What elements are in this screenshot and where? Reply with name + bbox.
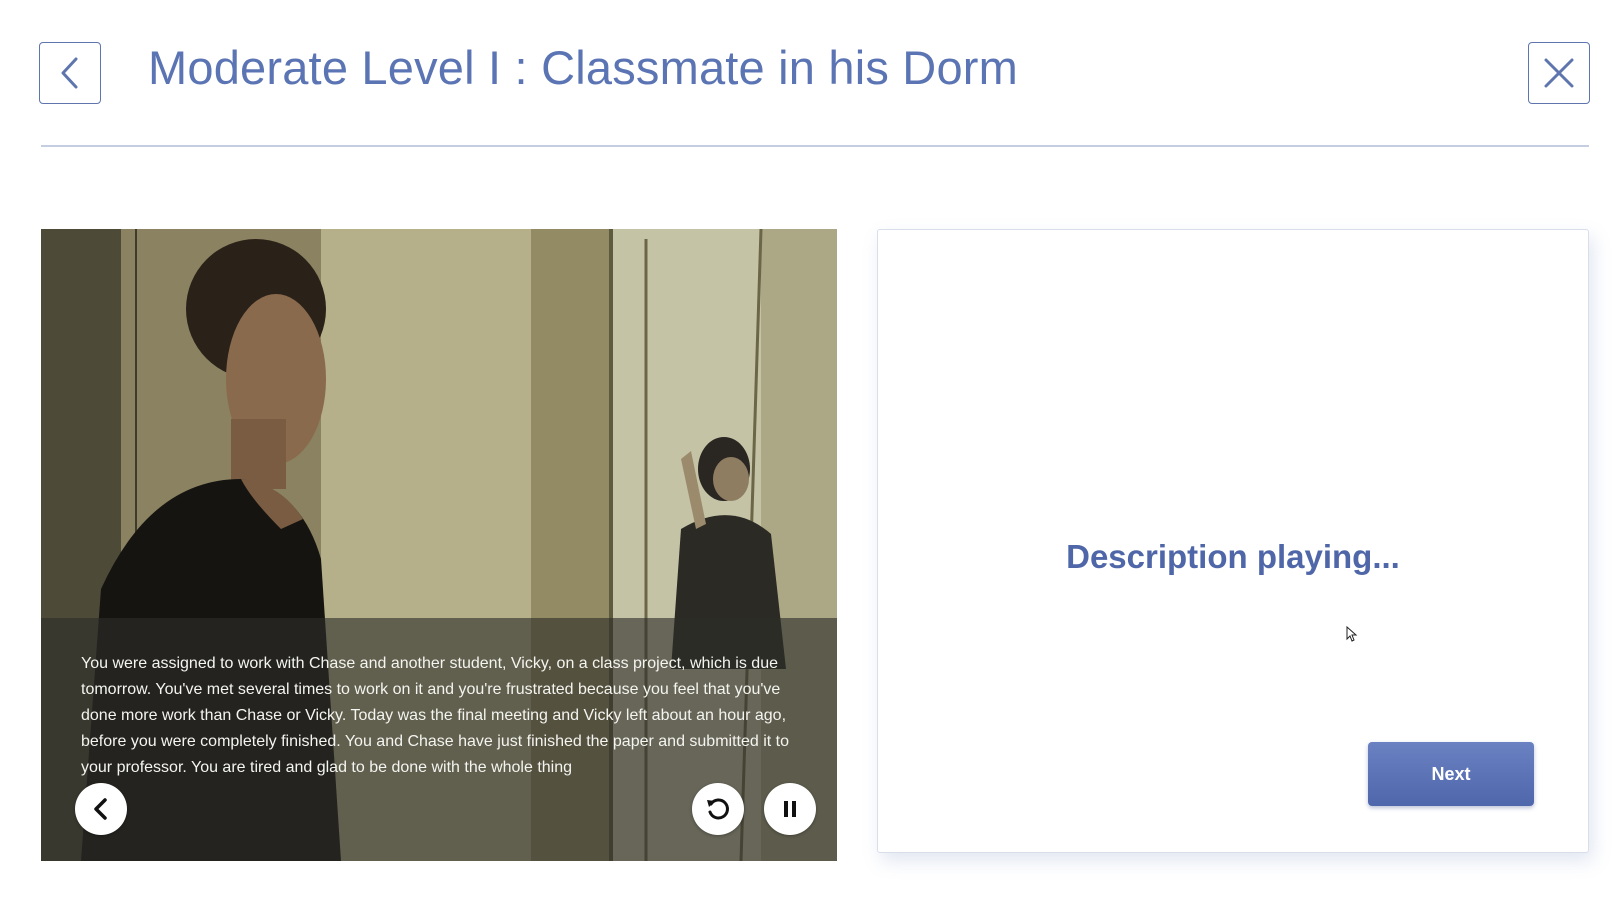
next-button[interactable]: Next [1368, 742, 1534, 806]
replay-icon [707, 798, 729, 820]
mouse-cursor-icon [1346, 626, 1358, 642]
chevron-left-icon [94, 798, 107, 820]
close-button[interactable] [1528, 42, 1590, 104]
header-divider [41, 145, 1589, 147]
status-message: Description playing... [1066, 538, 1400, 575]
scenario-description: You were assigned to work with Chase and… [81, 655, 790, 776]
back-button[interactable] [39, 42, 101, 104]
page: Moderate Level I : Classmate in his Dorm [0, 0, 1620, 913]
close-icon [1544, 58, 1574, 88]
pause-icon [784, 801, 796, 817]
page-title: Moderate Level I : Classmate in his Dorm [148, 41, 1018, 94]
replay-button[interactable] [692, 783, 744, 835]
previous-button[interactable] [75, 783, 127, 835]
video-player[interactable]: You were assigned to work with Chase and… [41, 229, 837, 861]
pause-button[interactable] [764, 783, 816, 835]
response-panel: Description playing... Next [877, 229, 1589, 853]
chevron-left-icon [61, 57, 78, 89]
